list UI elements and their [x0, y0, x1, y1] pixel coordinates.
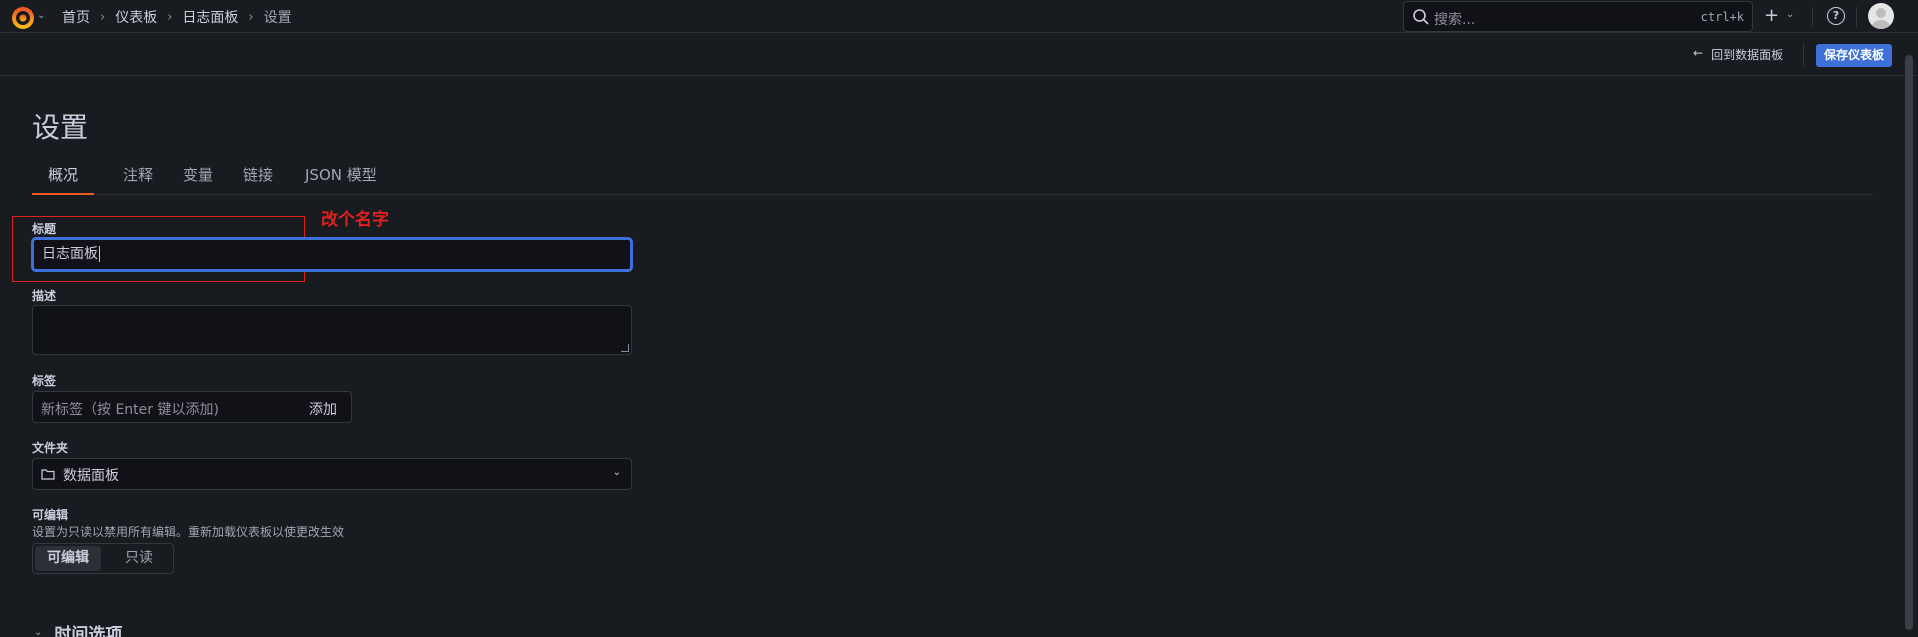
search-shortcut: ctrl+k [1700, 10, 1744, 24]
title-label: 标题 [32, 222, 57, 236]
back-label: 回到数据面板 [1711, 48, 1784, 62]
top-navbar: ⌄ 首页 › 仪表板 › 日志面板 › 设置 搜索... ctrl+k + ⌄ … [0, 0, 1918, 33]
chevron-down-icon[interactable]: ⌄ [37, 10, 45, 21]
tab-links[interactable]: 链接 [227, 163, 289, 195]
resize-handle-icon[interactable] [621, 344, 629, 352]
folder-select[interactable]: 数据面板 ⌄ [32, 458, 632, 490]
scrollbar[interactable] [1905, 55, 1913, 630]
tab-general[interactable]: 概况 [32, 163, 95, 195]
save-dashboard-button[interactable]: 保存仪表板 [1816, 44, 1893, 67]
avatar[interactable] [1868, 3, 1894, 29]
add-tag-button[interactable]: 添加 [309, 399, 337, 419]
divider [1856, 7, 1857, 27]
annotation-text: 改个名字 [321, 210, 389, 230]
description-textarea[interactable] [32, 305, 632, 355]
grafana-logo-icon[interactable] [10, 4, 36, 30]
description-label: 描述 [32, 289, 57, 303]
breadcrumb-dashboard[interactable]: 日志面板 [182, 7, 238, 27]
breadcrumb-current: 设置 [263, 10, 292, 26]
dashboard-toolbar: ← 回到数据面板 保存仪表板 [0, 34, 1918, 76]
search-bar[interactable]: 搜索... ctrl+k [1403, 1, 1753, 32]
tags-placeholder: 新标签（按 Enter 键以添加) [41, 402, 219, 418]
chevron-down-icon: ⌄ [612, 467, 621, 478]
search-placeholder: 搜索... [1434, 12, 1476, 28]
tab-variables[interactable]: 变量 [167, 163, 229, 195]
folder-icon [41, 469, 55, 480]
breadcrumb: 首页 › 仪表板 › 日志面板 › 设置 [62, 7, 292, 27]
arrow-left-icon: ← [1693, 46, 1704, 60]
chevron-right-icon: › [167, 9, 173, 25]
chevron-down-icon[interactable]: ⌄ [1786, 9, 1794, 20]
chevron-right-icon: › [100, 9, 106, 25]
breadcrumb-dashboards[interactable]: 仪表板 [115, 7, 157, 27]
tab-annotations[interactable]: 注释 [107, 163, 169, 195]
title-input[interactable]: 日志面板 [32, 238, 632, 271]
plus-icon[interactable]: + [1764, 5, 1779, 26]
tab-json-model[interactable]: JSON 模型 [289, 163, 393, 195]
folder-value: 数据面板 [63, 468, 119, 484]
text-cursor [99, 246, 100, 262]
settings-tabs: 概况 注释 变量 链接 JSON 模型 [32, 163, 1874, 195]
editable-description: 设置为只读以禁用所有编辑。重新加载仪表板以使更改生效 [32, 525, 345, 539]
tags-label: 标签 [32, 374, 57, 388]
time-options-section[interactable]: ⌄ 时间选项 [34, 620, 122, 637]
radio-editable[interactable]: 可编辑 [35, 546, 101, 571]
chevron-down-icon: ⌄ [34, 627, 43, 637]
tags-input[interactable]: 新标签（按 Enter 键以添加) 添加 [32, 391, 352, 423]
breadcrumb-home[interactable]: 首页 [62, 7, 90, 27]
editable-radio-group: 可编辑 只读 [32, 543, 174, 574]
title-value: 日志面板 [42, 246, 98, 262]
editable-label: 可编辑 [32, 508, 69, 522]
radio-read-only[interactable]: 只读 [113, 546, 165, 571]
help-icon[interactable]: ? [1827, 7, 1845, 25]
back-to-dashboard-button[interactable]: ← 回到数据面板 [1693, 46, 1783, 63]
chevron-right-icon: › [248, 9, 254, 25]
time-options-title: 时间选项 [54, 625, 123, 637]
folder-label: 文件夹 [32, 441, 69, 455]
page-title: 设置 [32, 111, 89, 144]
divider [1812, 7, 1813, 27]
divider [1803, 44, 1804, 66]
search-icon [1413, 9, 1429, 25]
